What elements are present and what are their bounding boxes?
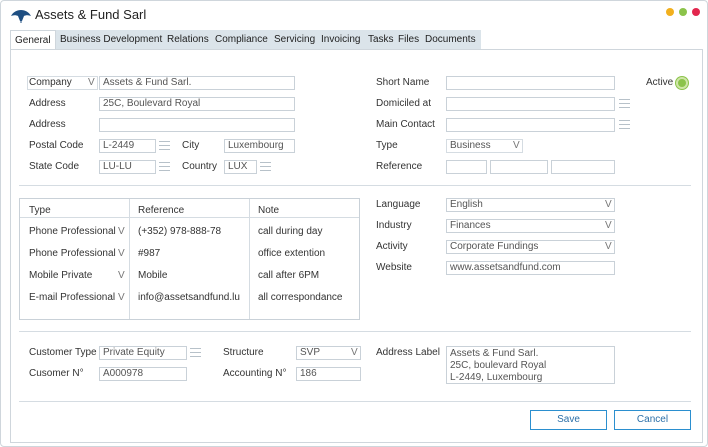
divider <box>19 331 691 332</box>
short-name-label: Short Name <box>376 77 430 88</box>
domiciled-field[interactable] <box>446 97 615 111</box>
type-label: Type <box>376 140 398 151</box>
activity-label: Activity <box>376 241 408 252</box>
chevron-down-icon[interactable]: V <box>351 347 358 359</box>
contacts-header-reference: Reference <box>138 205 185 216</box>
column-divider <box>249 199 250 319</box>
state-code-label: State Code <box>29 161 80 172</box>
type-select[interactable]: Business <box>446 139 523 153</box>
reference-field-1[interactable] <box>446 160 487 174</box>
domiciled-list-icon[interactable] <box>619 98 630 110</box>
contact-reference[interactable]: Mobile <box>138 270 167 282</box>
reference-field-3[interactable] <box>551 160 615 174</box>
contacts-header-note: Note <box>258 205 280 216</box>
close-button[interactable] <box>692 8 700 16</box>
contact-type[interactable]: Phone Professional <box>29 226 116 238</box>
chevron-down-icon[interactable]: V <box>118 248 125 260</box>
tab-general[interactable]: General <box>10 30 56 50</box>
industry-select[interactable]: Finances <box>446 219 615 233</box>
customer-number-field[interactable]: A000978 <box>99 367 187 381</box>
country-list-icon[interactable] <box>260 161 271 173</box>
window-title: Assets & Fund Sarl <box>35 7 147 22</box>
main-contact-field[interactable] <box>446 118 615 132</box>
contacts-header-divider <box>20 217 359 218</box>
tab-documents[interactable]: Documents <box>425 30 476 49</box>
address2-label: Address <box>29 119 66 130</box>
contact-type[interactable]: Phone Professional <box>29 248 116 260</box>
industry-label: Industry <box>376 220 412 231</box>
chevron-down-icon[interactable]: V <box>605 241 612 253</box>
tab-relations[interactable]: Relations <box>167 30 209 49</box>
customer-type-field[interactable]: Private Equity <box>99 346 187 360</box>
address2-field[interactable] <box>99 118 295 132</box>
postal-code-list-icon[interactable] <box>159 140 170 152</box>
chevron-down-icon[interactable]: V <box>118 270 125 282</box>
tab-servicing[interactable]: Servicing <box>274 30 315 49</box>
accounting-number-field[interactable]: 186 <box>296 367 361 381</box>
tab-invoicing[interactable]: Invoicing <box>321 30 360 49</box>
contact-note[interactable]: all correspondance <box>258 292 343 304</box>
contact-reference[interactable]: info@assetsandfund.lu <box>138 292 240 304</box>
state-code-list-icon[interactable] <box>159 161 170 173</box>
postal-code-field[interactable]: L-2449 <box>99 139 156 153</box>
address-label-label: Address Label <box>376 347 440 358</box>
customer-number-label: Cusomer N° <box>29 368 84 379</box>
chevron-down-icon[interactable]: V <box>605 220 612 232</box>
main-contact-label: Main Contact <box>376 119 435 130</box>
tab-business-development[interactable]: Business Development <box>60 30 162 49</box>
customer-type-label: Customer Type <box>29 347 97 358</box>
address-label-textarea[interactable]: Assets & Fund Sarl. 25C, boulevard Royal… <box>446 346 615 384</box>
country-field[interactable]: LUX <box>224 160 257 174</box>
minimize-button[interactable] <box>666 8 674 16</box>
main-contact-list-icon[interactable] <box>619 119 630 131</box>
reference-field-2[interactable] <box>490 160 548 174</box>
column-divider <box>129 199 130 319</box>
postal-code-label: Postal Code <box>29 140 84 151</box>
contact-note[interactable]: call after 6PM <box>258 270 319 282</box>
contact-reference[interactable]: #987 <box>138 248 160 260</box>
cancel-button[interactable]: Cancel <box>614 410 691 430</box>
customer-type-list-icon[interactable] <box>190 347 201 359</box>
website-field[interactable]: www.assetsandfund.com <box>446 261 615 275</box>
contact-type[interactable]: Mobile Private <box>29 270 92 282</box>
activity-select[interactable]: Corporate Fundings <box>446 240 615 254</box>
chevron-down-icon[interactable]: V <box>88 77 95 89</box>
short-name-field[interactable] <box>446 76 615 90</box>
tab-compliance[interactable]: Compliance <box>215 30 268 49</box>
contact-note[interactable]: office extention <box>258 248 325 260</box>
tab-files[interactable]: Files <box>398 30 419 49</box>
company-name-field[interactable]: Assets & Fund Sarl. <box>99 76 295 90</box>
accounting-number-label: Accounting N° <box>223 368 287 379</box>
language-label: Language <box>376 199 421 210</box>
chevron-down-icon[interactable]: V <box>513 140 520 152</box>
reference-label: Reference <box>376 161 423 172</box>
divider <box>19 185 691 186</box>
active-label: Active <box>646 77 674 88</box>
active-toggle[interactable] <box>676 77 688 89</box>
chevron-down-icon[interactable]: V <box>118 226 125 238</box>
address1-field[interactable]: 25C, Boulevard Royal <box>99 97 295 111</box>
tab-tasks[interactable]: Tasks <box>368 30 394 49</box>
website-label: Website <box>376 262 412 273</box>
contact-note[interactable]: call during day <box>258 226 322 238</box>
language-select[interactable]: English <box>446 198 615 212</box>
save-button[interactable]: Save <box>530 410 607 430</box>
state-code-field[interactable]: LU-LU <box>99 160 156 174</box>
chevron-down-icon[interactable]: V <box>605 199 612 211</box>
manta-ray-logo-icon <box>11 10 31 23</box>
city-field[interactable]: Luxembourg <box>224 139 295 153</box>
maximize-button[interactable] <box>679 8 687 16</box>
structure-label: Structure <box>223 347 264 358</box>
divider <box>19 401 691 402</box>
city-label: City <box>182 140 200 151</box>
chevron-down-icon[interactable]: V <box>118 292 125 304</box>
country-label: Country <box>182 161 218 172</box>
domiciled-label: Domiciled at <box>376 98 432 109</box>
contact-type[interactable]: E-mail Professional <box>29 292 115 304</box>
contacts-header-type: Type <box>29 205 51 216</box>
address1-label: Address <box>29 98 66 109</box>
contact-reference[interactable]: (+352) 978-888-78 <box>138 226 221 238</box>
